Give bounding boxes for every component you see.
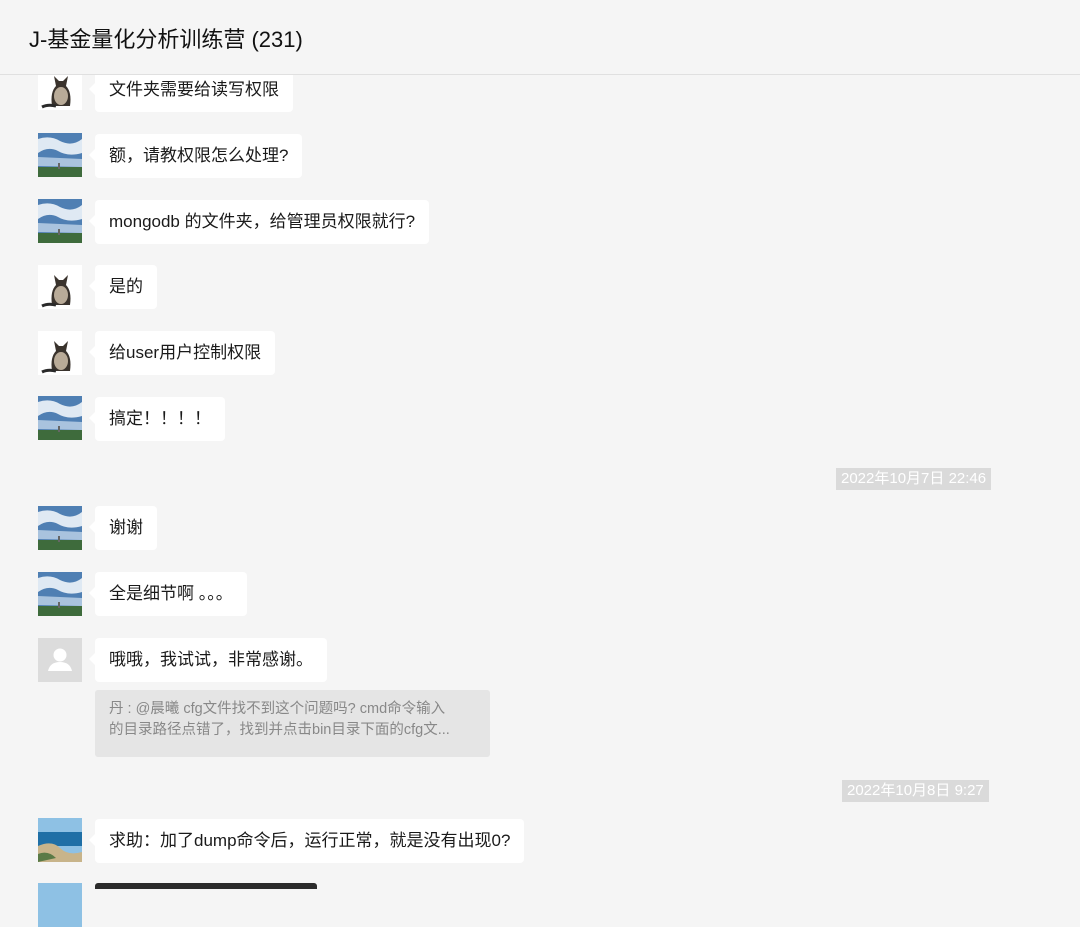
quoted-reply[interactable]: 丹 : @晨曦 cfg文件找不到这个问题吗? cmd命令输入 的目录路径点错了，…: [95, 690, 490, 757]
message-bubble[interactable]: 是的: [89, 265, 157, 309]
cat-avatar[interactable]: [38, 265, 82, 309]
message-bubble[interactable]: 搞定！！！！: [89, 397, 225, 441]
chat-message-list[interactable]: 文件夹需要给读写权限 额，请教权限怎么处理? mongodb 的文件夹，给管理员…: [0, 0, 1080, 927]
sky-avatar[interactable]: [38, 199, 82, 243]
sky-avatar[interactable]: [38, 506, 82, 550]
coast-avatar[interactable]: [38, 818, 82, 862]
message-bubble[interactable]: [95, 883, 317, 889]
message-bubble[interactable]: mongodb 的文件夹，给管理员权限就行?: [88, 200, 430, 244]
message-bubble[interactable]: 给user用户控制权限: [88, 331, 276, 375]
message-bubble[interactable]: 全是细节啊 。。。: [89, 572, 247, 616]
default-avatar[interactable]: [38, 638, 82, 682]
quote-line: 丹 : @晨曦 cfg文件找不到这个问题吗? cmd命令输入: [109, 701, 446, 717]
sky-avatar[interactable]: [38, 572, 82, 616]
timestamp: 2022年10月8日 9:27: [842, 780, 989, 802]
coast-avatar[interactable]: [38, 883, 82, 927]
message-bubble[interactable]: 谢谢: [89, 506, 157, 550]
message-bubble[interactable]: 哦哦，我试试，非常感谢。: [89, 638, 327, 682]
sky-avatar[interactable]: [38, 133, 82, 177]
sky-avatar[interactable]: [38, 396, 82, 440]
timestamp: 2022年10月7日 22:46: [836, 468, 992, 490]
quote-line: 的目录路径点错了，找到并点击bin目录下面的cfg文...: [109, 722, 450, 738]
message-bubble[interactable]: 额，请教权限怎么处理?: [88, 134, 303, 178]
chat-header: J-基金量化分析训练营 (231): [0, 0, 1080, 75]
chat-title: J-基金量化分析训练营 (231): [29, 27, 303, 52]
message-bubble[interactable]: 求助：加了dump命令后，运行正常，就是没有出现0?: [88, 819, 525, 863]
cat-avatar[interactable]: [38, 331, 82, 375]
